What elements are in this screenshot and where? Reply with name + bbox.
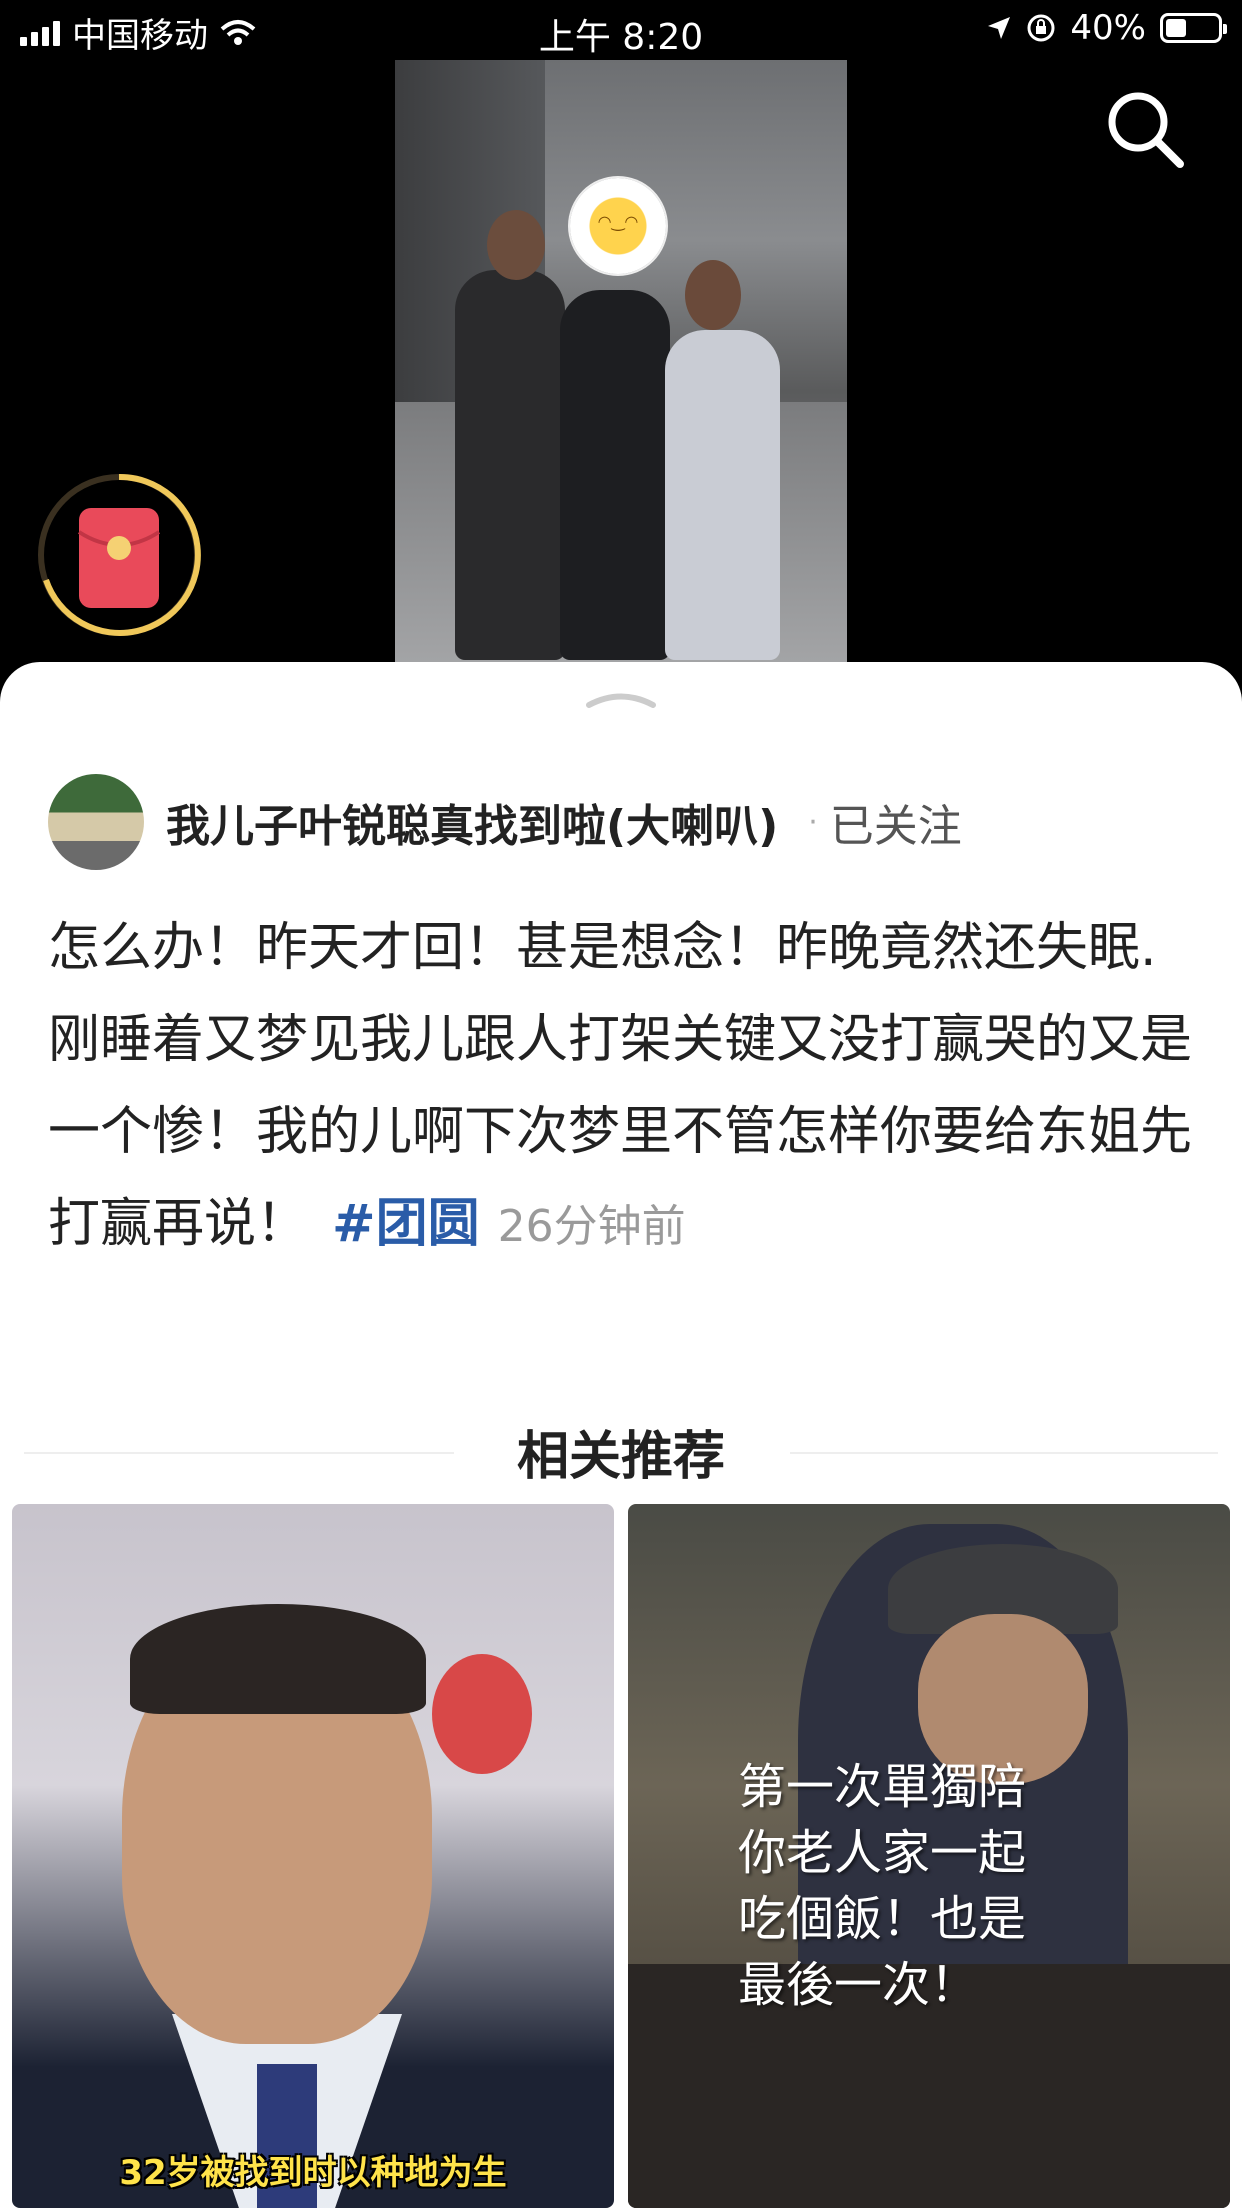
post-photo[interactable] [395, 60, 847, 662]
separator-dot: · [808, 804, 818, 840]
card-caption: 32岁被找到时以种地为生 [119, 2153, 507, 2193]
avatar[interactable] [48, 774, 144, 870]
collapse-handle-icon[interactable] [585, 690, 657, 708]
author-name[interactable]: 我儿子叶锐聪真找到啦(大喇叭) [166, 790, 778, 854]
post-text: 怎么办！昨天才回！甚是想念！昨晚竟然还失眠. 刚睡着又梦见我儿跟人打架关键又没打… [48, 902, 1198, 1273]
red-envelope-icon[interactable] [34, 470, 204, 640]
post-time: 26分钟前 [497, 1201, 686, 1252]
flower-sticker-icon [570, 178, 666, 274]
related-title: 相关推荐 [516, 1427, 725, 1487]
related-card[interactable]: 第一次單獨陪你老人家一起吃個飯！也是最後一次！ [628, 1504, 1230, 2208]
orientation-lock-icon [1027, 14, 1055, 42]
search-icon[interactable] [1100, 84, 1190, 174]
hashtag-link[interactable]: #团圆 [332, 1194, 480, 1254]
author-row: 我儿子叶锐聪真找到啦(大喇叭) · 已关注 [48, 774, 962, 870]
follow-status-button[interactable]: 已关注 [830, 790, 962, 854]
battery-percent: 40% [1070, 8, 1146, 48]
status-bar: 中国移动 上午 8:20 40% [0, 0, 1242, 62]
card-caption: 第一次單獨陪你老人家一起吃個飯！也是最後一次！ [738, 1759, 1027, 2013]
location-arrow-icon [988, 17, 1011, 39]
battery-icon [1160, 13, 1227, 43]
post-detail-sheet: 我儿子叶锐聪真找到啦(大喇叭) · 已关注 怎么办！昨天才回！甚是想念！昨晚竟然… [0, 662, 1242, 2208]
related-card[interactable]: 32岁被找到时以种地为生 [12, 1504, 614, 2208]
